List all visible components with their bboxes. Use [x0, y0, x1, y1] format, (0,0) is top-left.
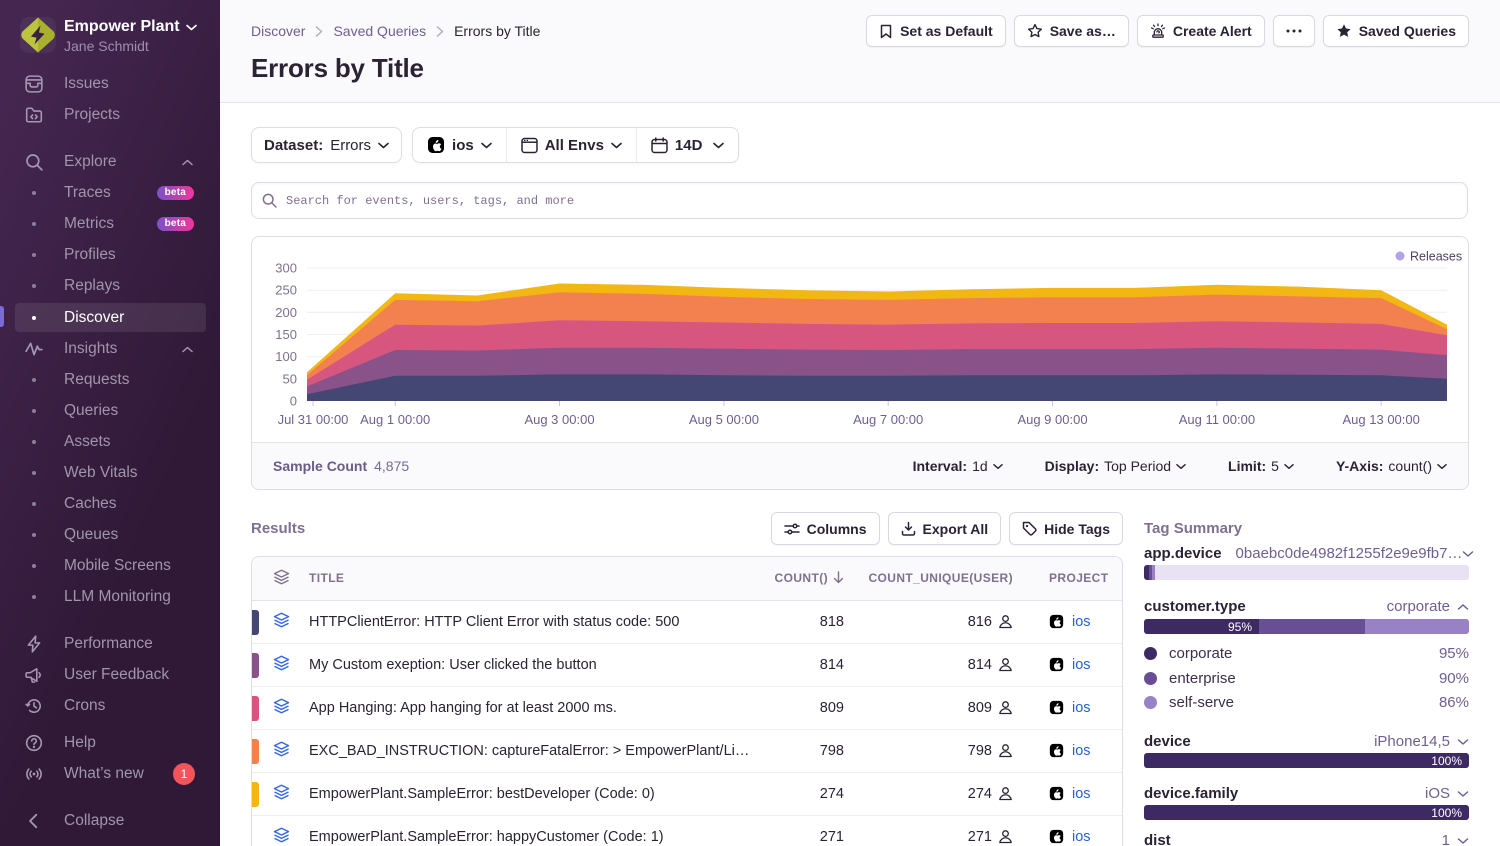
svg-text:Aug 13 00:00: Aug 13 00:00	[1343, 412, 1420, 427]
svg-text:Aug 5 00:00: Aug 5 00:00	[689, 412, 759, 427]
svg-text:Aug 7 00:00: Aug 7 00:00	[853, 412, 923, 427]
svg-text:Aug 11 00:00: Aug 11 00:00	[1179, 412, 1255, 427]
svg-text:Aug 1 00:00: Aug 1 00:00	[360, 412, 430, 427]
svg-text:200: 200	[275, 305, 297, 320]
svg-text:100: 100	[275, 349, 297, 364]
svg-text:Releases: Releases	[1410, 250, 1462, 264]
svg-text:50: 50	[283, 371, 297, 386]
svg-text:150: 150	[275, 327, 297, 342]
svg-text:Jul 31 00:00: Jul 31 00:00	[278, 412, 349, 427]
svg-text:300: 300	[275, 261, 297, 276]
svg-text:0: 0	[290, 394, 297, 409]
svg-text:250: 250	[275, 283, 297, 298]
svg-text:Aug 3 00:00: Aug 3 00:00	[524, 412, 594, 427]
svg-text:Aug 9 00:00: Aug 9 00:00	[1017, 412, 1087, 427]
